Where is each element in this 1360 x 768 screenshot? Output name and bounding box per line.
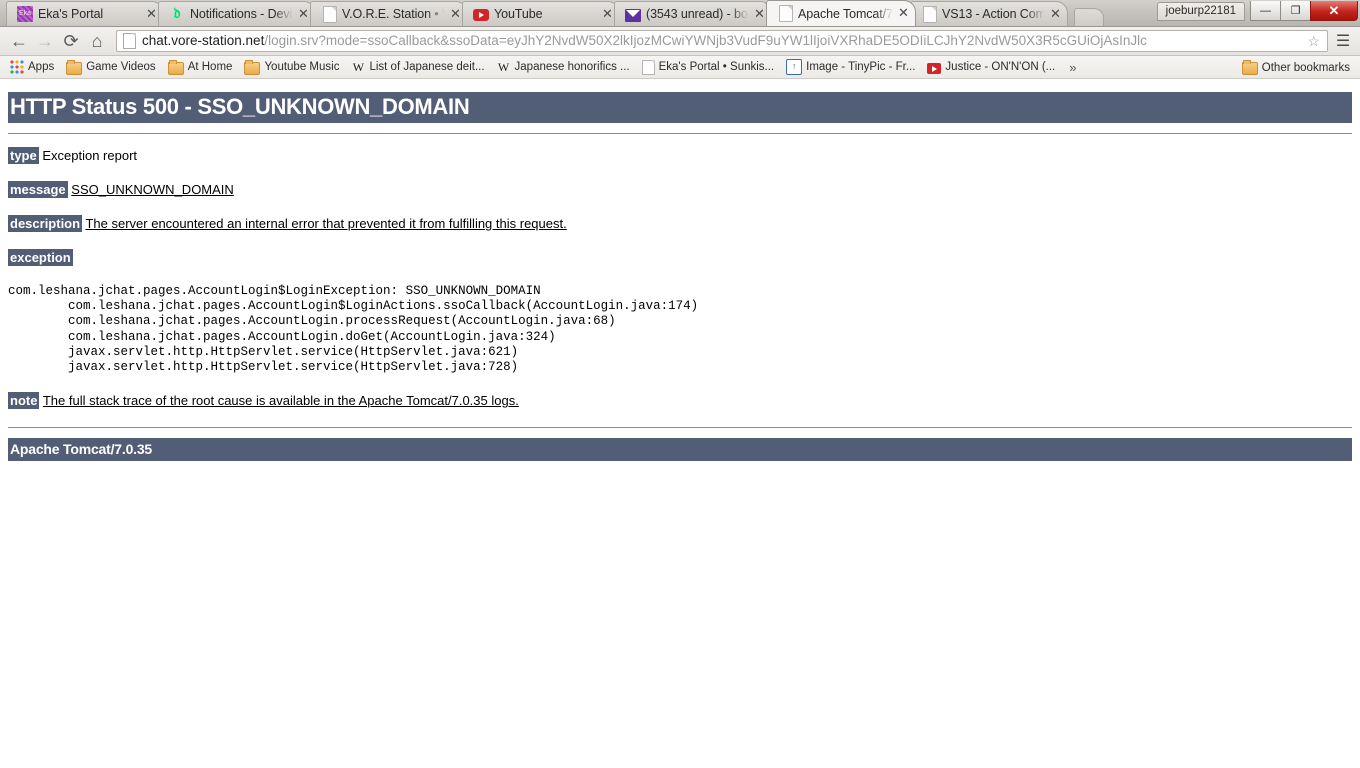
tinypic-icon: ↑	[786, 59, 803, 75]
bookmark-label: Youtube Music	[264, 61, 340, 73]
error-type-label: type	[8, 147, 39, 164]
minimize-button[interactable]: —	[1250, 1, 1281, 21]
folder-icon	[244, 59, 261, 75]
tab-title: Apache Tomcat/7.0	[798, 6, 893, 21]
page-title: HTTP Status 500 - SSO_UNKNOWN_DOMAIN	[8, 92, 1352, 123]
url-path: /login.srv?mode=ssoCallback&ssoData=eyJh…	[264, 33, 1147, 48]
error-exception-row: exception	[8, 249, 1352, 266]
bookmarks-overflow-button[interactable]: »	[1061, 60, 1084, 75]
page-icon	[641, 60, 655, 75]
browser-tab-vs13[interactable]: VS13 - Action Comp ✕	[910, 1, 1068, 26]
bookmark-label: Other bookmarks	[1261, 61, 1350, 74]
tab-title: VS13 - Action Comp	[942, 7, 1045, 21]
error-note-row: note The full stack trace of the root ca…	[8, 392, 1352, 410]
page-content: HTTP Status 500 - SSO_UNKNOWN_DOMAIN typ…	[0, 84, 1360, 768]
tab-title: Notifications - Devi	[190, 7, 293, 21]
wikipedia-icon: W	[497, 60, 510, 74]
server-footer: Apache Tomcat/7.0.35	[8, 438, 1352, 462]
error-message-row: message SSO_UNKNOWN_DOMAIN	[8, 181, 1352, 198]
bookmark-tinypic[interactable]: ↑ Image - TinyPic - Fr...	[780, 58, 921, 77]
bookmark-japanese-deities[interactable]: W List of Japanese deit...	[345, 58, 490, 77]
error-description-row: description The server encountered an in…	[8, 215, 1352, 232]
divider	[8, 133, 1352, 134]
tab-title: YouTube	[494, 7, 543, 21]
error-note-label: note	[8, 392, 40, 410]
error-description-label: description	[8, 215, 83, 232]
tab-title: (3543 unread) - bol	[646, 7, 749, 21]
deviantart-icon: 𝔡	[173, 5, 181, 22]
folder-icon	[1241, 60, 1258, 75]
bookmark-japanese-honorifics[interactable]: W Japanese honorifics ...	[491, 58, 636, 77]
tab-close-icon[interactable]: ✕	[144, 6, 159, 22]
tab-title: Eka's Portal	[38, 7, 104, 21]
error-message-value: SSO_UNKNOWN_DOMAIN	[71, 182, 234, 197]
bookmark-label: Japanese honorifics ...	[514, 61, 630, 73]
page-icon	[323, 5, 337, 23]
tab-close-icon[interactable]: ✕	[896, 6, 911, 21]
bookmark-game-videos[interactable]: Game Videos	[60, 58, 161, 77]
page-icon	[923, 5, 937, 23]
stack-trace: com.leshana.jchat.pages.AccountLogin$Log…	[8, 284, 699, 375]
error-type-value: Exception report	[42, 148, 138, 163]
bookmark-label: List of Japanese deit...	[369, 61, 485, 73]
mail-icon	[625, 8, 641, 22]
error-note-value: The full stack trace of the root cause i…	[42, 393, 519, 409]
bookmark-ekas-portal[interactable]: Eka's Portal • Sunkis...	[636, 58, 781, 77]
error-description-value: The server encountered an internal error…	[85, 216, 567, 231]
new-tab-button[interactable]	[1074, 8, 1104, 26]
bookmark-label: Image - TinyPic - Fr...	[806, 61, 916, 73]
divider	[8, 427, 1352, 429]
error-message-label: message	[8, 181, 68, 198]
bookmark-label: At Home	[187, 61, 233, 73]
window-caption-controls: joeburp22181 — ❐ ✕	[1156, 0, 1360, 22]
bookmark-label: Eka's Portal • Sunkis...	[658, 61, 775, 73]
tab-close-icon[interactable]: ✕	[752, 6, 767, 22]
browser-window: Eka's Portal ✕ 𝔡 Notifications - Devi ✕ …	[0, 0, 1360, 768]
youtube-icon	[473, 9, 489, 21]
browser-tab-notifications[interactable]: 𝔡 Notifications - Devi ✕	[158, 1, 316, 26]
url-host: chat.vore-station.net	[142, 33, 265, 48]
restore-button[interactable]: ❐	[1280, 1, 1311, 21]
bookmark-justice-onnon[interactable]: Justice - ON'N'ON (...	[921, 58, 1061, 77]
wikipedia-icon: W	[352, 60, 365, 74]
bookmark-apps[interactable]: Apps	[4, 58, 60, 77]
browser-tab-vore-station[interactable]: V.O.R.E. Station • Vi ✕	[310, 1, 468, 26]
menu-icon[interactable]: ☰	[1332, 30, 1354, 52]
bookmark-label: Apps	[28, 61, 55, 73]
browser-tab-mail[interactable]: (3543 unread) - bol ✕	[614, 1, 772, 26]
reload-button[interactable]: ⟳	[58, 28, 84, 54]
browser-tab-youtube[interactable]: YouTube ✕	[462, 1, 620, 26]
close-button[interactable]: ✕	[1310, 1, 1358, 21]
bookmark-label: Justice - ON'N'ON (...	[945, 61, 1056, 73]
page-icon	[779, 5, 793, 22]
bookmark-other-bookmarks[interactable]: Other bookmarks	[1236, 58, 1356, 77]
tab-title: V.O.R.E. Station • Vi	[342, 7, 445, 21]
bookmark-label: Game Videos	[86, 61, 156, 73]
tab-close-icon[interactable]: ✕	[296, 6, 311, 22]
profile-chip[interactable]: joeburp22181	[1156, 1, 1245, 21]
bookmark-youtube-music[interactable]: Youtube Music	[238, 58, 345, 77]
forward-button[interactable]: →	[32, 28, 58, 54]
home-button[interactable]: ⌂	[84, 28, 110, 54]
tab-close-icon[interactable]: ✕	[1048, 6, 1063, 22]
youtube-icon	[927, 62, 942, 74]
apps-grid-icon	[10, 60, 24, 74]
tab-close-icon[interactable]: ✕	[600, 6, 615, 22]
address-bar[interactable]: chat.vore-station.net/login.srv?mode=sso…	[116, 30, 1328, 52]
page-icon	[123, 33, 136, 49]
bookmark-at-home[interactable]: At Home	[162, 58, 239, 77]
browser-tab-apache-tomcat[interactable]: Apache Tomcat/7.0 ✕	[766, 0, 916, 26]
tab-close-icon[interactable]: ✕	[448, 6, 463, 22]
folder-icon	[167, 59, 184, 75]
browser-tab-ekas-portal[interactable]: Eka's Portal ✕	[6, 1, 164, 26]
back-button[interactable]: ←	[6, 28, 32, 54]
eka-portal-icon	[17, 6, 33, 22]
bookmarks-bar: Apps Game Videos At Home Youtube Music W…	[0, 56, 1360, 79]
bookmark-star-icon[interactable]: ☆	[1304, 33, 1323, 50]
error-type-row: type Exception report	[8, 147, 1352, 164]
browser-toolbar: ← → ⟳ ⌂ chat.vore-station.net/login.srv?…	[0, 27, 1360, 56]
url-text: chat.vore-station.net/login.srv?mode=sso…	[142, 31, 1304, 51]
folder-icon	[66, 59, 83, 75]
error-exception-label: exception	[8, 249, 73, 266]
